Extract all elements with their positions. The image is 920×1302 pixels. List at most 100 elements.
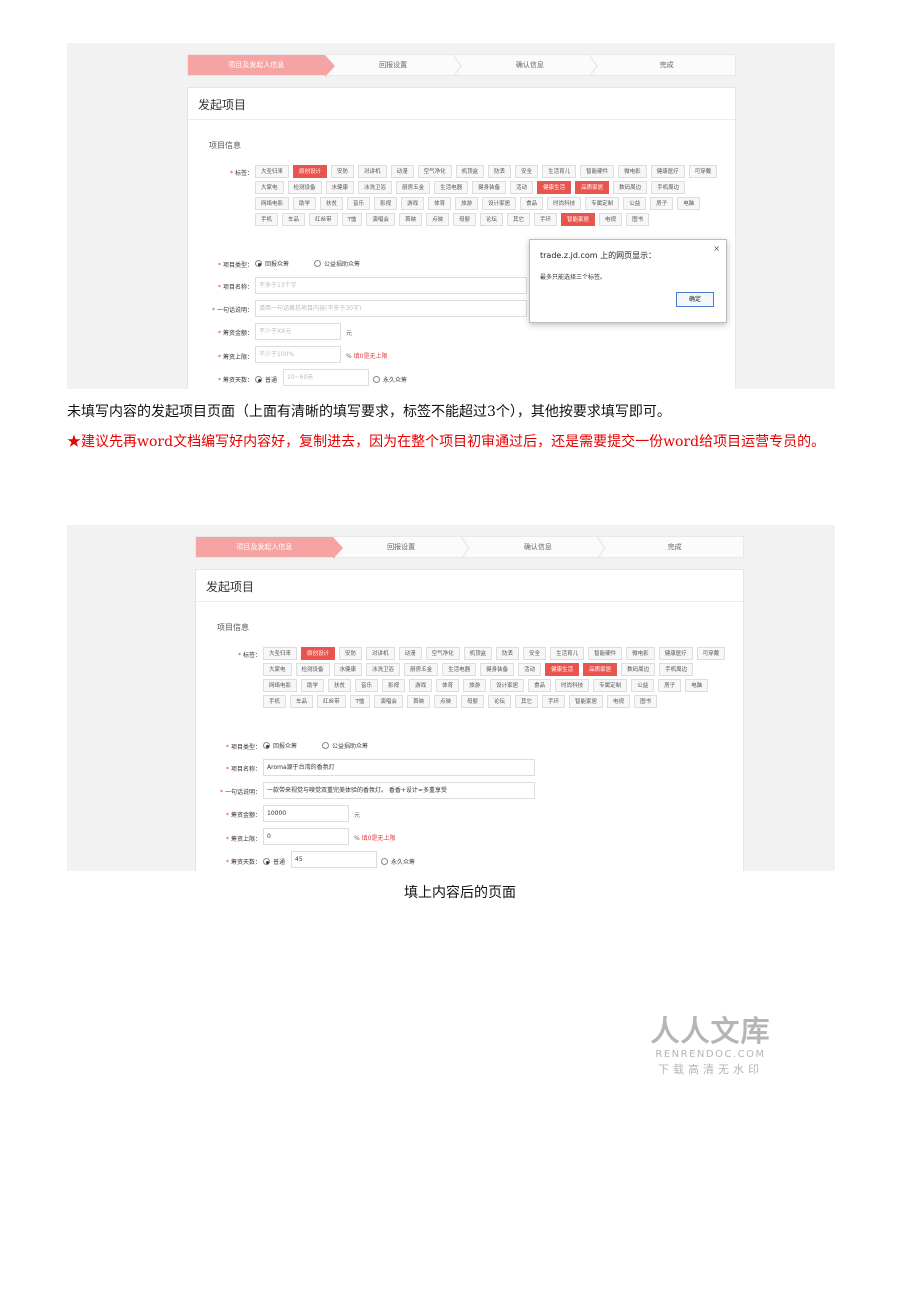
tag-chip[interactable]: 机顶盒 xyxy=(463,647,493,660)
tag-chip[interactable]: 首映 xyxy=(406,695,430,708)
tag-chip[interactable]: 食品 xyxy=(528,679,552,692)
tag-chip[interactable]: 大圣归来 xyxy=(255,165,290,178)
one-line-desc-input[interactable]: 一款带来视觉与嗅觉双重完美体验的香氛灯。 香香+设计=多重享受 xyxy=(263,782,535,799)
close-icon[interactable]: × xyxy=(713,244,720,253)
tag-chip[interactable]: 母婴 xyxy=(460,695,484,708)
step-2[interactable]: 回报设置 xyxy=(325,55,462,77)
tag-chip[interactable]: 数码周边 xyxy=(621,663,656,676)
tag-chip[interactable]: 可穿戴 xyxy=(696,647,726,660)
tag-chip[interactable]: 手机周边 xyxy=(659,663,694,676)
tag-chip[interactable]: 冰洗卫浴 xyxy=(358,181,393,194)
tag-chip[interactable]: 首映 xyxy=(398,213,422,226)
step-1[interactable]: 项目及发起人信息 xyxy=(196,537,343,559)
tag-chip[interactable]: 微电影 xyxy=(626,647,655,660)
tag-chip[interactable]: 智能家居 xyxy=(569,695,604,708)
tag-chip[interactable]: 房子 xyxy=(650,197,674,210)
tag-chip[interactable]: 电脑 xyxy=(685,679,709,692)
tag-chip[interactable]: 点映 xyxy=(425,213,449,226)
tag-chip[interactable]: 车品 xyxy=(282,213,306,226)
tag-chip[interactable]: 健康医疗 xyxy=(650,165,685,178)
step-3[interactable]: 确认信息 xyxy=(470,537,607,559)
tag-chip[interactable]: 健康医疗 xyxy=(658,647,693,660)
tag-chip[interactable]: 大圣归来 xyxy=(263,647,298,660)
tag-chip[interactable]: 智能硬件 xyxy=(588,647,623,660)
tag-chip[interactable]: 体育 xyxy=(436,679,460,692)
tag-chip[interactable]: 电视 xyxy=(599,213,623,226)
tag-chip[interactable]: 安全 xyxy=(515,165,539,178)
tag-chip[interactable]: 论坛 xyxy=(487,695,511,708)
tag-chip[interactable]: 扶贫 xyxy=(320,197,344,210)
tag-chip[interactable]: 手机周边 xyxy=(651,181,686,194)
type-reward-radio[interactable]: 回报众筹 xyxy=(263,741,297,750)
tag-chip[interactable]: 检测设备 xyxy=(295,663,330,676)
tag-chip[interactable]: 原创设计 xyxy=(293,165,328,178)
tag-chip[interactable]: 设计家居 xyxy=(482,197,517,210)
tag-chip[interactable]: 对讲机 xyxy=(366,647,395,660)
tag-chip[interactable]: 时尚科技 xyxy=(547,197,582,210)
tag-chip[interactable]: 扶贫 xyxy=(328,679,352,692)
tag-chip[interactable]: 手环 xyxy=(542,695,566,708)
tag-chip[interactable]: 红丝带 xyxy=(317,695,346,708)
tag-chip[interactable]: 食品 xyxy=(520,197,544,210)
tag-chip[interactable]: 论坛 xyxy=(479,213,503,226)
tag-chip[interactable]: 安全 xyxy=(523,647,547,660)
project-name-input[interactable]: 不多于13个字 xyxy=(255,277,527,294)
type-charity-radio[interactable]: 公益捐助众筹 xyxy=(314,259,360,268)
tag-chip[interactable]: 防丢 xyxy=(488,165,512,178)
tag-chip[interactable]: 水健康 xyxy=(325,181,355,194)
tag-chip[interactable]: T恤 xyxy=(341,213,363,226)
tag-chip[interactable]: 微电影 xyxy=(618,165,647,178)
tag-chip[interactable]: 红丝带 xyxy=(309,213,338,226)
tag-chip[interactable]: 检测设备 xyxy=(287,181,322,194)
step-2[interactable]: 回报设置 xyxy=(333,537,470,559)
step-1[interactable]: 项目及发起人信息 xyxy=(188,55,335,77)
days-normal-radio[interactable]: 普通 xyxy=(255,375,277,384)
tag-chip[interactable]: 大家电 xyxy=(255,181,284,194)
tag-chip[interactable]: 车品 xyxy=(290,695,314,708)
tag-chip[interactable]: 水健康 xyxy=(333,663,363,676)
tag-chip[interactable]: 网络电影 xyxy=(263,679,298,692)
tag-chip[interactable]: 网络电影 xyxy=(255,197,290,210)
tag-chip[interactable]: 音乐 xyxy=(355,679,379,692)
tag-chip[interactable]: 防丢 xyxy=(496,647,520,660)
tag-chip[interactable]: 原创设计 xyxy=(301,647,336,660)
type-reward-radio[interactable]: 回报众筹 xyxy=(255,259,289,268)
tag-chip[interactable]: 演唱会 xyxy=(366,213,395,226)
tag-chip[interactable]: 厨房五金 xyxy=(396,181,431,194)
tag-chip[interactable]: 生活育儿 xyxy=(550,647,585,660)
tag-chip[interactable]: 动漫 xyxy=(390,165,414,178)
tag-chip[interactable]: 健身装备 xyxy=(472,181,507,194)
days-input[interactable]: 45 xyxy=(291,851,377,868)
tag-chip[interactable]: 生活电器 xyxy=(434,181,469,194)
tag-chip[interactable]: 可穿戴 xyxy=(688,165,718,178)
days-permanent-radio[interactable]: 永久众筹 xyxy=(373,375,407,384)
tag-chip[interactable]: 助学 xyxy=(293,197,317,210)
tag-chip[interactable]: 健康生活 xyxy=(537,181,572,194)
one-line-desc-input[interactable]: 请用一句话概括项目内容(不多于30字) xyxy=(255,300,527,317)
tag-chip[interactable]: 公益 xyxy=(631,679,655,692)
tag-chip[interactable]: 演唱会 xyxy=(374,695,403,708)
limit-input[interactable]: 0 xyxy=(263,828,349,845)
tag-chip[interactable]: 专属定制 xyxy=(585,197,620,210)
tag-chip[interactable]: 其它 xyxy=(515,695,539,708)
limit-input[interactable]: 不少于100% xyxy=(255,346,341,363)
tag-chip[interactable]: T恤 xyxy=(349,695,371,708)
tag-chip[interactable]: 旅游 xyxy=(463,679,487,692)
tag-chip[interactable]: 点映 xyxy=(433,695,457,708)
tag-chip[interactable]: 房子 xyxy=(658,679,682,692)
tag-chip[interactable]: 品质家居 xyxy=(575,181,610,194)
tag-chip[interactable]: 手机 xyxy=(255,213,279,226)
ok-button[interactable]: 确定 xyxy=(676,292,714,307)
tag-chip[interactable]: 电视 xyxy=(607,695,631,708)
tag-chip[interactable]: 空气净化 xyxy=(425,647,460,660)
tag-chip[interactable]: 机顶盒 xyxy=(455,165,485,178)
tag-chip[interactable]: 大家电 xyxy=(263,663,292,676)
tag-chip[interactable]: 音乐 xyxy=(347,197,371,210)
tag-chip[interactable]: 影视 xyxy=(382,679,406,692)
tag-chip[interactable]: 游戏 xyxy=(401,197,425,210)
tag-chip[interactable]: 健康生活 xyxy=(545,663,580,676)
tag-chip[interactable]: 游戏 xyxy=(409,679,433,692)
tag-chip[interactable]: 图书 xyxy=(634,695,658,708)
project-name-input[interactable]: Aroma源于台湾的香氛灯 xyxy=(263,759,535,776)
tag-chip[interactable]: 影视 xyxy=(374,197,398,210)
